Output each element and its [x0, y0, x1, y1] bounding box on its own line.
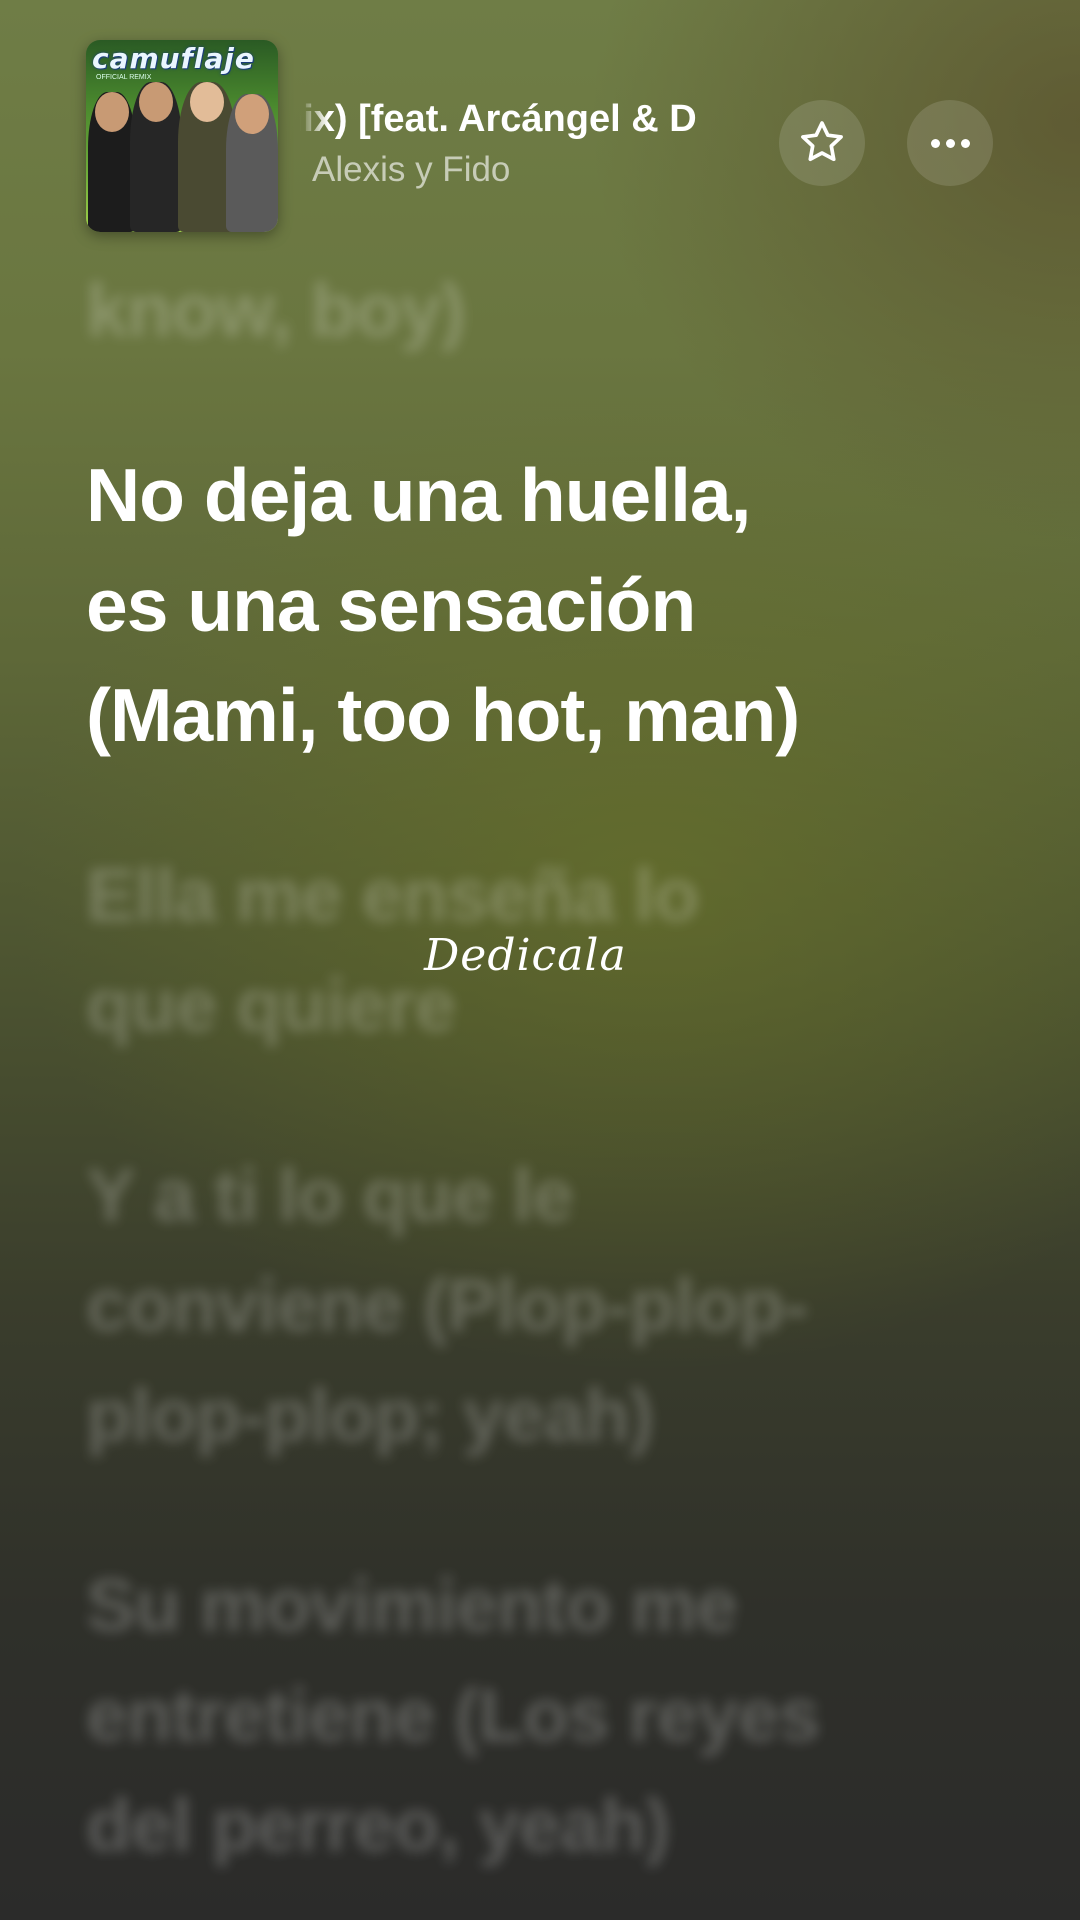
lyric-line-next[interactable]: Su movimiento me entretiene (Los reyes d… — [86, 1550, 966, 1880]
ellipsis-icon — [930, 138, 970, 148]
lyric-text: Su movimiento me — [86, 1563, 738, 1647]
artist-name[interactable]: Alexis y Fido — [312, 150, 510, 190]
lyric-text: Y a ti lo que le — [86, 1153, 574, 1237]
lyric-text: es una sensación — [86, 563, 696, 647]
more-options-button[interactable] — [907, 100, 993, 186]
favorite-button[interactable] — [779, 100, 865, 186]
album-figure — [130, 82, 182, 232]
lyric-line-previous[interactable]: know, boy) — [86, 255, 466, 365]
handwritten-overlay-text: Dedicala — [424, 930, 627, 981]
lyric-line-current[interactable]: No deja una huella, es una sensación (Ma… — [86, 440, 986, 770]
star-outline-icon — [801, 121, 843, 162]
album-figure — [226, 94, 278, 232]
lyric-text: conviene (Plop-plop- — [86, 1263, 809, 1347]
lyric-text: No deja una huella, — [86, 453, 751, 537]
lyric-text: plop-plop; yeah) — [86, 1373, 654, 1457]
lyric-text: know, boy) — [86, 268, 466, 352]
lyric-line-next[interactable]: Y a ti lo que le conviene (Plop-plop- pl… — [86, 1140, 946, 1470]
now-playing-header: camuflaje OFFICIAL REMIX nix) [feat. Arc… — [0, 0, 1080, 260]
lyric-text: entretiene (Los reyes — [86, 1673, 820, 1757]
album-artwork[interactable]: camuflaje OFFICIAL REMIX — [86, 40, 278, 232]
album-logo-text: camuflaje — [92, 42, 255, 75]
lyric-text: (Mami, too hot, man) — [86, 673, 800, 757]
lyric-text: del perreo, yeah) — [86, 1783, 670, 1867]
song-title[interactable]: nix) [feat. Arcángel & D — [300, 98, 770, 141]
album-subtext: OFFICIAL REMIX — [96, 74, 152, 81]
song-title-text: nix) [feat. Arcángel & D — [300, 98, 697, 140]
album-figure — [88, 92, 136, 232]
